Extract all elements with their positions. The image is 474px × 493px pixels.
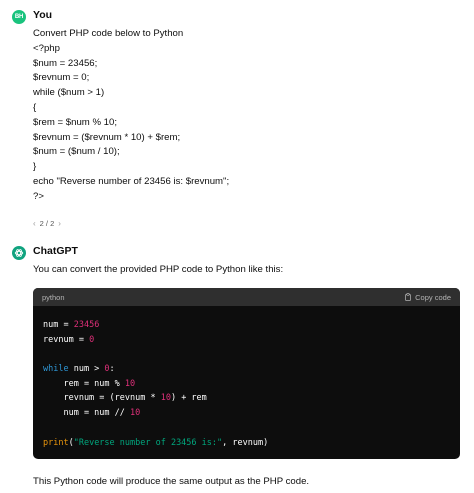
user-message-line: ?> bbox=[33, 190, 44, 202]
user-message-line: echo "Reverse number of 23456 is: $revnu… bbox=[33, 175, 230, 187]
code-number: 10 bbox=[124, 378, 136, 389]
code-line: while num > 0: bbox=[43, 362, 450, 377]
code-token: : bbox=[109, 364, 115, 375]
user-message-line: } bbox=[33, 161, 37, 173]
chat-page: BH You Convert PHP code below to Python … bbox=[0, 0, 474, 493]
user-message-line: { bbox=[33, 101, 37, 113]
user-message-line: Convert PHP code below to Python bbox=[33, 28, 184, 39]
user-message-text: Convert PHP code below to Python <?php $… bbox=[33, 27, 229, 205]
code-token: num > bbox=[68, 364, 105, 375]
code-keyword: while bbox=[43, 364, 69, 375]
code-token: , revnum) bbox=[222, 437, 269, 448]
code-token: revnum = (revnum * bbox=[43, 393, 161, 404]
user-avatar-initials: BH bbox=[14, 14, 24, 20]
code-number: 10 bbox=[130, 408, 141, 419]
code-line: num = 23456 bbox=[43, 318, 450, 333]
code-token: revnum bbox=[43, 334, 74, 345]
code-string: "Reverse number of 23456 is:" bbox=[73, 437, 223, 448]
code-line: rem = num % 10 bbox=[43, 377, 450, 392]
assistant-intro-text: You can convert the provided PHP code to… bbox=[33, 264, 284, 275]
code-token: num = num // bbox=[43, 408, 130, 419]
user-message-line: $revnum = ($revnum * 10) + $rem; bbox=[33, 131, 181, 143]
user-message-line: $revnum = 0; bbox=[33, 72, 90, 84]
code-number: 0 bbox=[89, 334, 95, 345]
copy-code-button[interactable]: Copy code bbox=[404, 293, 451, 302]
code-token: = bbox=[73, 334, 90, 345]
code-language-label: python bbox=[42, 292, 65, 302]
user-message-line: <?php bbox=[33, 42, 60, 54]
chevron-left-icon[interactable]: ‹ bbox=[33, 219, 36, 228]
copy-code-label: Copy code bbox=[415, 292, 451, 302]
code-token: ) + rem bbox=[170, 393, 207, 404]
response-pager: ‹ 2 / 2 › bbox=[33, 219, 61, 228]
code-line: print("Reverse number of 23456 is:", rev… bbox=[43, 436, 450, 451]
pager-label: 2 / 2 bbox=[39, 219, 55, 228]
assistant-outro-text: This Python code will produce the same o… bbox=[33, 476, 310, 487]
code-token: rem = num % bbox=[43, 378, 125, 389]
user-avatar: BH bbox=[12, 10, 26, 24]
openai-logo-icon bbox=[14, 249, 24, 257]
user-message-line: while ($num > 1) bbox=[33, 87, 105, 99]
code-line: revnum = 0 bbox=[43, 333, 450, 348]
code-block: python Copy code num = 23456 revnum = 0 … bbox=[33, 288, 460, 459]
code-number: 10 bbox=[160, 393, 171, 404]
chevron-right-icon[interactable]: › bbox=[58, 219, 61, 228]
code-token: num bbox=[43, 320, 59, 330]
clipboard-icon bbox=[405, 293, 412, 301]
code-number: 23456 bbox=[73, 320, 100, 330]
code-block-header: python Copy code bbox=[33, 288, 460, 306]
user-message-line: $num = ($num / 10); bbox=[33, 146, 120, 158]
user-message-line: $num = 23456; bbox=[33, 57, 98, 69]
code-line: revnum = (revnum * 10) + rem bbox=[43, 391, 450, 406]
code-line: num = num // 10 bbox=[43, 406, 450, 421]
code-token: = bbox=[58, 320, 74, 330]
code-content: num = 23456 revnum = 0 while num > 0: re… bbox=[33, 306, 460, 450]
user-author-name: You bbox=[33, 9, 53, 21]
user-message-line: $rem = $num % 10; bbox=[33, 116, 117, 128]
assistant-author-name: ChatGPT bbox=[33, 245, 78, 257]
chatgpt-logo-icon bbox=[12, 246, 26, 260]
code-builtin: print bbox=[43, 437, 69, 448]
